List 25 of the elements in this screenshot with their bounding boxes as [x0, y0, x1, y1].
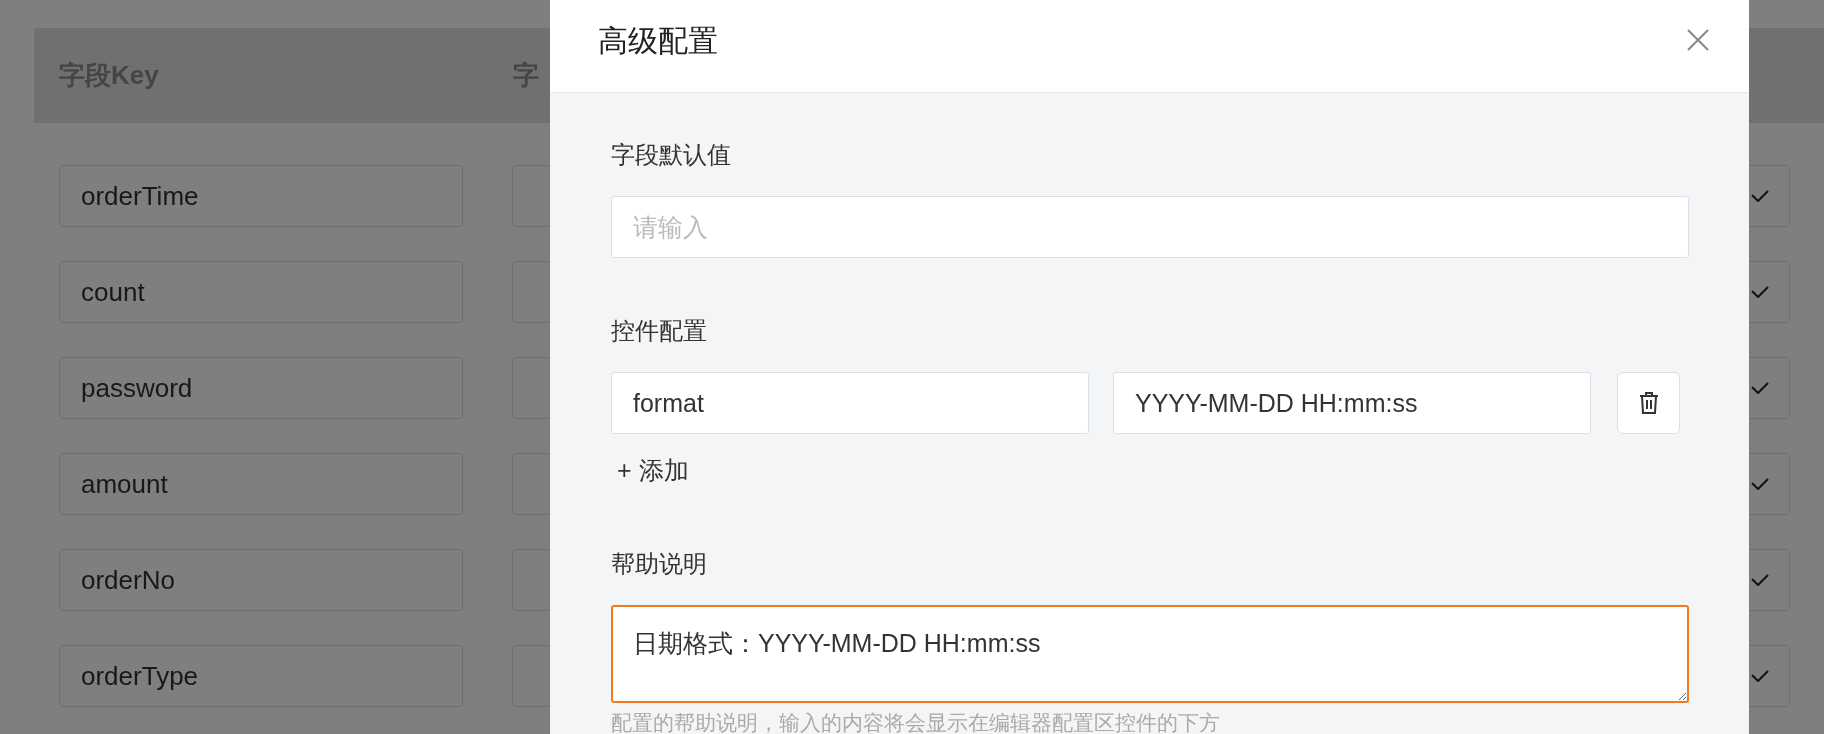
input-field[interactable]: 请输入 — [611, 196, 1689, 258]
input-field[interactable]: YYYY-MM-DD HH:mm:ss — [1113, 372, 1591, 434]
input-field[interactable]: format — [611, 372, 1089, 434]
close-icon[interactable] — [1687, 29, 1709, 51]
add-link[interactable]: + 添加 — [611, 452, 689, 490]
input-field[interactable]: password — [59, 357, 463, 419]
check-icon — [1751, 382, 1769, 394]
input-field[interactable]: orderNo — [59, 549, 463, 611]
input-field[interactable]: orderType — [59, 645, 463, 707]
check-icon — [1751, 670, 1769, 682]
check-icon — [1751, 478, 1769, 490]
check-icon — [1751, 574, 1769, 586]
input-field[interactable]: orderTime — [59, 165, 463, 227]
hint-text: 配置的帮助说明，输入的内容将会显示在编辑器配置区控件的下方 — [611, 710, 1221, 734]
dialog-title: 高级配置 — [598, 22, 718, 59]
check-icon — [1751, 190, 1769, 202]
textarea-field[interactable]: 日期格式：YYYY-MM-DD HH:mm:ss — [611, 604, 1689, 703]
field-label: 控件配置 — [611, 316, 708, 346]
field-label: 字段默认值 — [611, 140, 732, 170]
delete-button[interactable] — [1617, 372, 1680, 434]
trash-icon — [1638, 391, 1659, 415]
input-field[interactable]: count — [59, 261, 463, 323]
input-field[interactable]: amount — [59, 453, 463, 515]
field-label: 帮助说明 — [611, 548, 708, 579]
check-icon — [1751, 286, 1769, 298]
